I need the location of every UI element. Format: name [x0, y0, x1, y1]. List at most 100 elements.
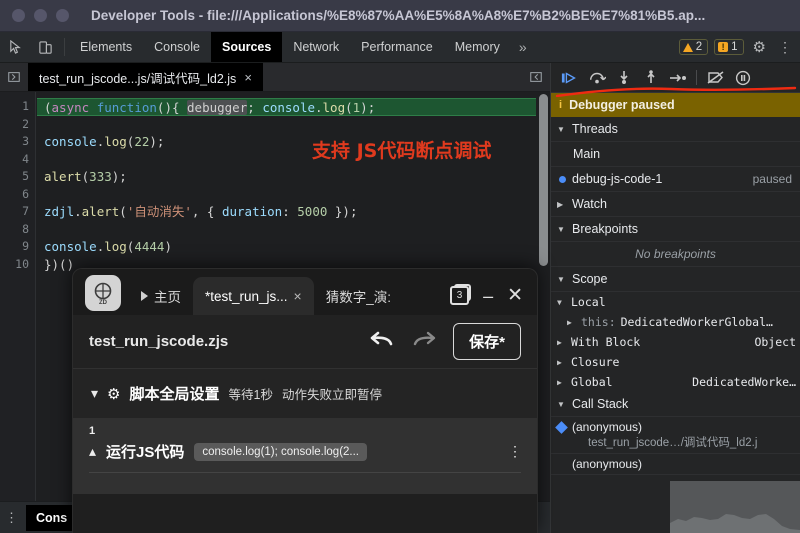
close-icon[interactable]: × — [294, 288, 302, 304]
code-line-5: alert(333); — [37, 168, 536, 186]
devtools-window: Developer Tools - file:///Applications/%… — [0, 0, 800, 533]
zoom-window-button[interactable] — [56, 9, 69, 22]
line-number: 5 — [0, 168, 35, 186]
call-stack-frame-name: (anonymous) — [572, 457, 642, 471]
debugger-toolbar — [551, 63, 800, 93]
tab-stack-icon[interactable]: 3 — [450, 286, 469, 305]
redo-icon[interactable] — [411, 330, 437, 354]
error-count-badge[interactable]: ! 1 — [714, 39, 743, 55]
chevron-right-icon: ▶ — [557, 358, 566, 367]
scope-var-name: this: — [581, 315, 616, 329]
section-watch[interactable]: ▶ Watch — [551, 192, 800, 217]
toolbar-divider — [696, 70, 697, 85]
kebab-menu-icon[interactable]: ⋮ — [775, 39, 796, 56]
show-navigator-icon[interactable] — [0, 63, 28, 91]
save-button[interactable]: 保存* — [453, 323, 521, 360]
tab-sources[interactable]: Sources — [211, 32, 282, 62]
app-tab-guess-number[interactable]: 猜数字_演: — [314, 277, 403, 315]
global-settings-meta-wait: 等待1秒 — [229, 384, 273, 403]
app-file-name: test_run_jscode.zjs — [89, 333, 228, 350]
code-line-7: zdjl.alert('自动消失', { duration: 5000 }); — [37, 203, 536, 221]
thread-worker[interactable]: debug-js-code-1 paused — [551, 167, 800, 192]
section-call-stack[interactable]: ▼ Call Stack — [551, 392, 800, 417]
tab-elements[interactable]: Elements — [69, 32, 143, 62]
source-file-tab[interactable]: test_run_jscode...js/调试代码_ld2.js × — [28, 63, 263, 91]
call-stack-frame[interactable]: (anonymous) test_run_jscode…/调试代码_ld2.j — [551, 417, 800, 454]
warning-count-badge[interactable]: 2 — [679, 39, 708, 55]
svg-text:ZD: ZD — [99, 300, 108, 306]
script-step-row[interactable]: ▴ 运行JS代码 console.log(1); console.log(2..… — [73, 437, 537, 462]
scope-closure[interactable]: ▶ Closure — [551, 352, 800, 372]
app-logo-icon: ZD — [85, 275, 121, 311]
scope-with-block[interactable]: ▶ With Block Object — [551, 332, 800, 352]
code-line-2 — [37, 116, 536, 134]
chevron-up-icon[interactable]: ▴ — [89, 443, 96, 460]
gear-icon[interactable]: ⚙ — [750, 38, 769, 56]
line-number: 3 — [0, 133, 35, 151]
pause-on-exceptions-icon[interactable] — [730, 67, 755, 89]
chevron-right-icon: ▶ — [557, 378, 566, 387]
section-threads[interactable]: ▼ Threads — [551, 117, 800, 142]
app-tab-script[interactable]: *test_run_js... × — [193, 277, 314, 315]
tab-memory[interactable]: Memory — [444, 32, 511, 62]
call-stack-frame-name: (anonymous) — [572, 420, 757, 434]
global-settings-meta-onfail: 动作失败立即暂停 — [282, 384, 382, 403]
drawer-tab-console[interactable]: Cons — [26, 505, 77, 531]
tab-network[interactable]: Network — [282, 32, 350, 62]
step-menu-icon[interactable]: ⋮ — [508, 443, 523, 460]
window-traffic-lights[interactable] — [0, 9, 69, 22]
step-into-icon[interactable] — [611, 67, 636, 89]
step-icon[interactable] — [665, 67, 690, 89]
scope-var-this[interactable]: ▶ this: DedicatedWorkerGlobal… — [551, 312, 800, 332]
scope-var-value: DedicatedWorke… — [692, 375, 800, 389]
chevron-right-icon: ▶ — [567, 318, 576, 327]
step-code-preview[interactable]: console.log(1); console.log(2... — [194, 443, 367, 461]
line-number: 1 — [0, 98, 35, 116]
minimize-icon[interactable]: – — [483, 291, 493, 301]
line-number: 7 — [0, 203, 35, 221]
close-window-button[interactable] — [12, 9, 25, 22]
global-settings-row[interactable]: ▾ ⚙ 脚本全局设置 等待1秒 动作失败立即暂停 — [73, 369, 537, 419]
tab-stack-count: 3 — [457, 290, 463, 301]
close-icon[interactable]: × — [244, 70, 252, 85]
app-tabbar: ZD 主页 *test_run_js... × 猜数字_演: 3 – ✕ — [73, 269, 537, 315]
scope-local-header[interactable]: ▼ Local — [551, 292, 800, 312]
warning-count: 2 — [696, 41, 702, 53]
section-breakpoints[interactable]: ▼ Breakpoints — [551, 217, 800, 242]
close-icon[interactable]: ✕ — [507, 289, 523, 303]
toolbar-divider — [64, 38, 65, 56]
device-toolbar-icon[interactable] — [30, 32, 60, 62]
step-out-icon[interactable] — [638, 67, 663, 89]
line-number: 2 — [0, 116, 35, 134]
line-number: 6 — [0, 186, 35, 204]
drawer-menu-icon[interactable]: ⋮ — [4, 510, 20, 526]
undo-icon[interactable] — [369, 330, 395, 354]
tab-performance[interactable]: Performance — [350, 32, 444, 62]
chevron-down-icon[interactable]: ▾ — [91, 385, 98, 402]
line-number: 9 — [0, 238, 35, 256]
resume-script-icon[interactable] — [557, 67, 582, 89]
tab-console[interactable]: Console — [143, 32, 211, 62]
show-debugger-icon[interactable] — [522, 63, 550, 91]
deactivate-breakpoints-icon[interactable] — [703, 67, 728, 89]
section-watch-label: Watch — [572, 197, 607, 211]
minimize-window-button[interactable] — [34, 9, 47, 22]
code-lines[interactable]: (async function(){ debugger; console.log… — [37, 98, 536, 273]
section-scope[interactable]: ▼ Scope — [551, 267, 800, 292]
scope-var-name: Global — [571, 375, 613, 389]
call-stack-frame[interactable]: (anonymous) — [551, 454, 800, 475]
more-tabs-button[interactable]: » — [511, 32, 535, 62]
editor-vertical-scrollbar[interactable] — [539, 94, 548, 266]
thread-main[interactable]: Main — [551, 142, 800, 167]
tabbar-spacer — [263, 63, 522, 91]
gear-icon: ⚙ — [107, 385, 120, 403]
performance-sparkline — [670, 481, 800, 533]
inspect-element-icon[interactable] — [0, 32, 30, 62]
app-tab-guess-number-label: 猜数字_演: — [326, 286, 391, 306]
scope-global[interactable]: ▶ Global DedicatedWorke… — [551, 372, 800, 392]
code-line-1: (async function(){ debugger; console.log… — [37, 98, 536, 116]
step-over-icon[interactable] — [584, 67, 609, 89]
app-tab-home[interactable]: 主页 — [129, 277, 193, 315]
error-count: 1 — [731, 41, 737, 53]
section-threads-label: Threads — [572, 122, 618, 136]
